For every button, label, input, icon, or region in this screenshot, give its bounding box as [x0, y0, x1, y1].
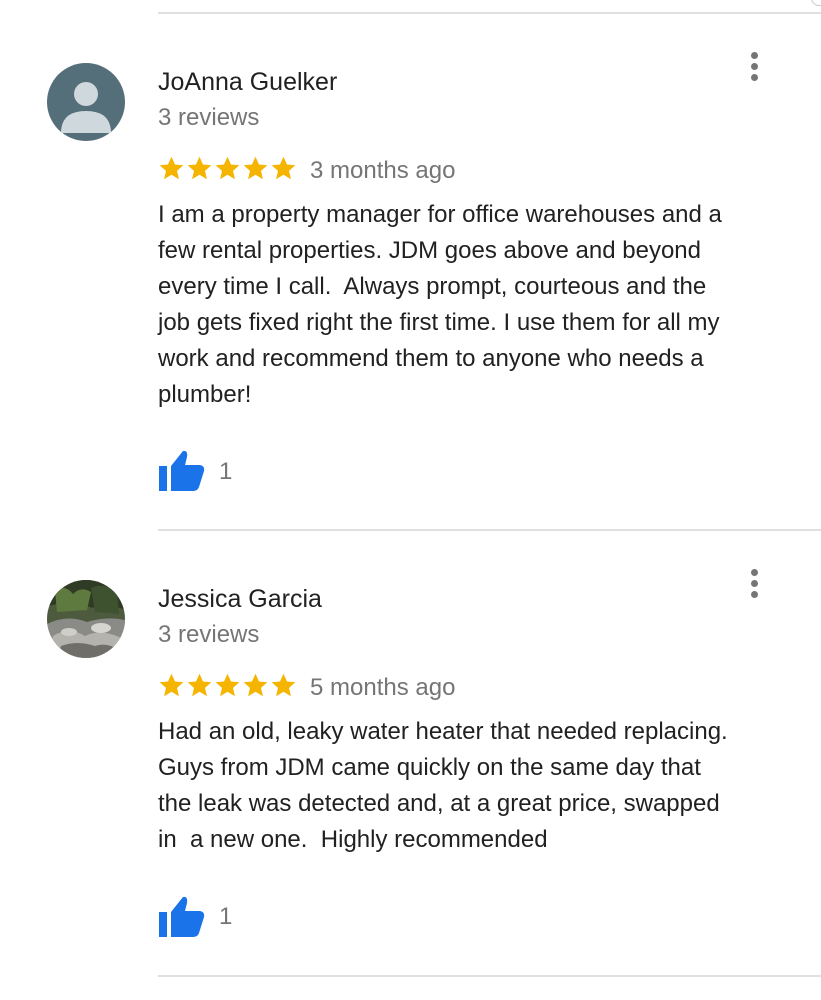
star-icon — [159, 156, 184, 180]
reviewer-name[interactable]: JoAnna Guelker — [158, 67, 337, 97]
default-person-avatar-icon — [47, 63, 125, 141]
star-icon — [243, 673, 268, 697]
dot — [751, 580, 758, 587]
dot — [751, 52, 758, 59]
star-rating — [158, 672, 298, 699]
star-icon — [271, 156, 296, 180]
photo-avatar-icon — [47, 580, 125, 658]
review-text: I am a property manager for office wareh… — [158, 201, 722, 408]
reviewer-avatar[interactable] — [47, 580, 125, 658]
thumb-up-icon — [159, 450, 205, 491]
star-icon — [215, 673, 240, 697]
star-icon — [271, 673, 296, 697]
star-icon — [159, 673, 184, 697]
star-icon — [215, 156, 240, 180]
corner-circle-icon — [811, 0, 821, 6]
reviewer-review-count: 3 reviews — [158, 104, 260, 131]
review-divider — [158, 975, 821, 977]
dot — [751, 569, 758, 576]
review-menu-button[interactable] — [741, 567, 769, 611]
review-menu-button[interactable] — [741, 50, 769, 94]
star-icon — [243, 156, 268, 180]
reviewer-name[interactable]: Jessica Garcia — [158, 584, 322, 614]
top-divider — [158, 12, 821, 14]
like-button[interactable] — [158, 894, 206, 943]
review-date: 5 months ago — [310, 674, 456, 701]
dot — [751, 63, 758, 70]
like-button[interactable] — [158, 448, 206, 497]
dot — [751, 591, 758, 598]
reviewer-avatar[interactable] — [47, 63, 125, 141]
like-count: 1 — [219, 903, 233, 930]
review-text: Had an old, leaky water heater that need… — [158, 718, 728, 853]
like-count: 1 — [219, 458, 233, 485]
dot — [751, 74, 758, 81]
review-date: 3 months ago — [310, 157, 456, 184]
star-rating — [158, 155, 298, 182]
reviewer-review-count: 3 reviews — [158, 621, 260, 648]
star-icon — [187, 673, 212, 697]
star-icon — [187, 156, 212, 180]
thumb-up-icon — [159, 896, 205, 937]
review-divider — [158, 529, 821, 531]
